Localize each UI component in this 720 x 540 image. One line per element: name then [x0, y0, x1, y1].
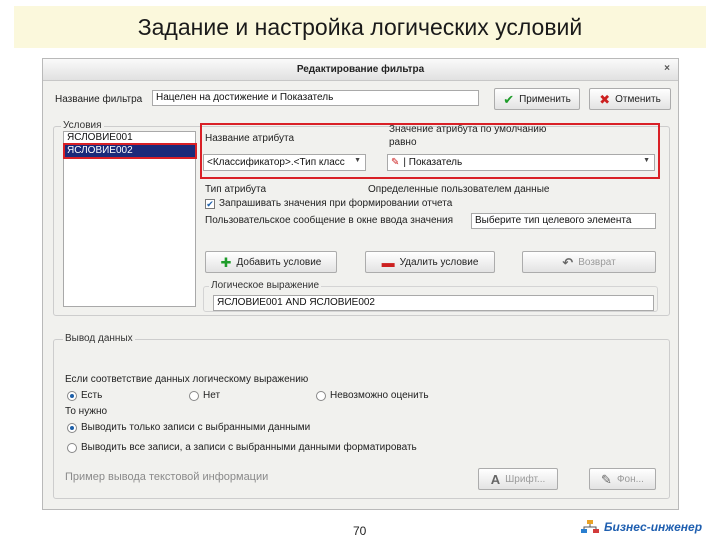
then-label: То нужно — [65, 406, 108, 417]
radio-no[interactable] — [189, 391, 199, 401]
check-icon: ✔ — [503, 91, 515, 107]
attr-type-label: Тип атрибута — [205, 184, 267, 195]
undo-icon: ↶ — [562, 254, 574, 270]
user-data-label: Определенные пользователем данные — [368, 184, 550, 195]
radio-exists[interactable] — [67, 391, 77, 401]
plus-icon: ✚ — [220, 254, 232, 270]
font-icon: A — [490, 471, 501, 487]
radio-all-format[interactable] — [67, 443, 77, 453]
brand-logo-icon — [581, 520, 599, 533]
output-group-label: Вывод данных — [63, 333, 135, 344]
condition-highlight-frame — [63, 143, 197, 159]
delete-condition-label: Удалить условие — [399, 256, 479, 268]
radio-impossible[interactable] — [316, 391, 326, 401]
filter-name-input[interactable]: Нацелен на достижение и Показатель — [152, 90, 479, 106]
add-condition-button[interactable]: ✚ Добавить условие — [205, 251, 337, 273]
minus-icon: ▬ — [381, 254, 395, 270]
background-button[interactable]: ✎ Фон... — [589, 468, 656, 490]
example-label: Пример вывода текстовой информации — [65, 471, 269, 483]
attribute-highlight-frame — [200, 123, 660, 179]
cancel-label: Отменить — [615, 93, 661, 105]
font-button-label: Шрифт... — [505, 473, 546, 485]
slide-title: Задание и настройка логических условий — [14, 6, 706, 48]
page-number: 70 — [353, 524, 367, 538]
apply-label: Применить — [519, 93, 571, 105]
close-icon[interactable]: × — [664, 63, 670, 74]
brush-icon: ✎ — [601, 471, 612, 487]
radio-impossible-label: Невозможно оценить — [330, 390, 429, 401]
return-label: Возврат — [578, 256, 616, 268]
radio-only-selected[interactable] — [67, 423, 77, 433]
dialog-title: Редактирование фильтра — [296, 64, 425, 75]
brand: Бизнес-инженер — [580, 520, 702, 534]
user-message-label: Пользовательское сообщение в окне ввода … — [205, 215, 454, 226]
filter-name-label: Название фильтра — [55, 94, 143, 105]
radio-all-format-label: Выводить все записи, а записи с выбранны… — [81, 442, 417, 453]
return-button[interactable]: ↶ Возврат — [522, 251, 656, 273]
user-message-input[interactable]: Выберите тип целевого элемента — [471, 213, 656, 229]
logic-expression-input[interactable]: ЯСЛОВИЕ001 AND ЯСЛОВИЕ002 — [213, 295, 654, 311]
brand-name: Бизнес-инженер — [604, 520, 703, 534]
apply-button[interactable]: ✔ Применить — [494, 88, 580, 110]
radio-no-label: Нет — [203, 390, 221, 401]
radio-exists-label: Есть — [81, 390, 103, 401]
dialog-titlebar: Редактирование фильтра × — [43, 59, 678, 81]
if-match-label: Если соответствие данных логическому выр… — [65, 374, 309, 385]
font-button[interactable]: A Шрифт... — [478, 468, 558, 490]
request-values-label: Запрашивать значения при формировании от… — [219, 198, 453, 209]
radio-only-selected-label: Выводить только записи с выбранными данн… — [81, 422, 311, 433]
filter-dialog: Редактирование фильтра × Название фильтр… — [42, 58, 679, 510]
delete-condition-button[interactable]: ▬ Удалить условие — [365, 251, 495, 273]
background-button-label: Фон... — [616, 473, 644, 485]
request-values-checkbox[interactable]: ✔ — [205, 199, 215, 209]
logic-label: Логическое выражение — [209, 280, 322, 291]
conditions-group-label: Условия — [61, 120, 104, 131]
cross-icon: ✖ — [599, 91, 611, 107]
add-condition-label: Добавить условие — [236, 256, 322, 268]
cancel-button[interactable]: ✖ Отменить — [589, 88, 671, 110]
